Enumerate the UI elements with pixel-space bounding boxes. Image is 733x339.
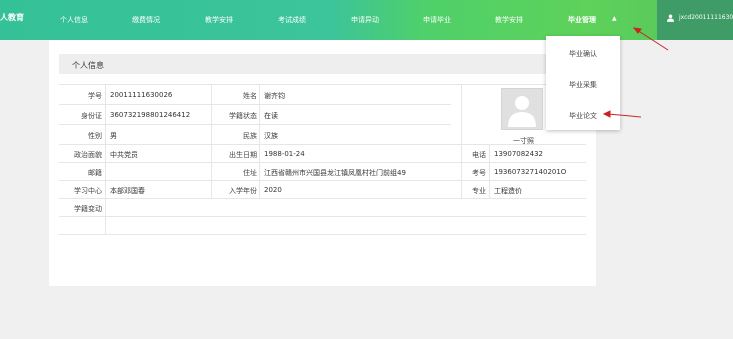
value-birthdate: 1988-01-24 bbox=[264, 150, 305, 158]
nav-item-exam-scores[interactable]: 考试成绩 bbox=[278, 15, 306, 25]
value-phone: 13907082432 bbox=[494, 150, 543, 158]
label-ethnicity: 民族 bbox=[243, 132, 257, 140]
label-id-card: 身份证 bbox=[81, 112, 102, 120]
label-change: 学籍变动 bbox=[74, 205, 102, 213]
photo-label: 一寸照 bbox=[513, 137, 534, 145]
graduation-dropdown-menu: 毕业确认 毕业采集 毕业论文 bbox=[546, 36, 620, 130]
value-center: 本部邓国春 bbox=[110, 187, 145, 195]
value-id-card: 360732198801246412 bbox=[110, 111, 191, 119]
avatar-silhouette-icon bbox=[508, 96, 536, 127]
user-id: jxcd2001111163002 bbox=[679, 14, 733, 21]
dropdown-item-graduation-confirm[interactable]: 毕业确认 bbox=[546, 49, 620, 59]
label-politics: 政治面貌 bbox=[74, 151, 102, 159]
label-status: 学籍状态 bbox=[229, 112, 257, 120]
label-exam-no: 考号 bbox=[472, 169, 486, 177]
personal-info-panel: 个人信息 学号 20011111630026 姓名 谢齐钧 身份证 360732… bbox=[49, 40, 596, 286]
label-name: 姓名 bbox=[243, 92, 257, 100]
value-address: 江西省赣州市兴国县龙江镇凤凰村社门前组49 bbox=[264, 169, 406, 177]
label-phone: 电话 bbox=[472, 151, 486, 159]
value-major: 工程造价 bbox=[494, 187, 522, 195]
caret-up-icon[interactable]: ▲ bbox=[612, 15, 617, 22]
label-center: 学习中心 bbox=[74, 187, 102, 195]
brand-logo-text: 人教育 bbox=[0, 13, 24, 22]
photo-placeholder bbox=[501, 88, 543, 130]
label-major: 专业 bbox=[472, 187, 486, 195]
nav-item-teaching-schedule-2[interactable]: 教学安排 bbox=[495, 15, 523, 25]
section-header: 个人信息 bbox=[59, 54, 586, 74]
nav-item-apply-change[interactable]: 申请异动 bbox=[351, 15, 379, 25]
user-area[interactable]: jxcd2001111163002 bbox=[657, 0, 733, 40]
nav-item-graduation-management[interactable]: 毕业管理 bbox=[568, 15, 596, 25]
label-address: 住址 bbox=[243, 169, 257, 177]
value-politics: 中共党员 bbox=[110, 151, 138, 159]
value-student-no: 20011111630026 bbox=[110, 91, 173, 99]
label-postcode: 邮籍 bbox=[88, 169, 102, 177]
nav-item-apply-graduation[interactable]: 申请毕业 bbox=[423, 15, 451, 25]
top-navbar: 人教育 个人信息 缴费情况 教学安排 考试成绩 申请异动 申请毕业 教学安排 毕… bbox=[0, 0, 733, 40]
value-ethnicity: 汉族 bbox=[264, 132, 278, 140]
nav-item-fees[interactable]: 缴费情况 bbox=[132, 15, 160, 25]
value-gender: 男 bbox=[110, 132, 117, 140]
value-status: 在读 bbox=[264, 112, 278, 120]
value-name: 谢齐钧 bbox=[264, 92, 285, 100]
nav-item-teaching-schedule[interactable]: 教学安排 bbox=[205, 15, 233, 25]
label-student-no: 学号 bbox=[88, 92, 102, 100]
dropdown-item-graduation-thesis[interactable]: 毕业论文 bbox=[546, 111, 620, 121]
value-enroll-year: 2020 bbox=[264, 186, 282, 194]
label-birthdate: 出生日期 bbox=[229, 151, 257, 159]
user-icon bbox=[667, 14, 674, 22]
dropdown-item-graduation-collect[interactable]: 毕业采集 bbox=[546, 80, 620, 90]
label-gender: 性别 bbox=[88, 132, 102, 140]
value-exam-no: 193607327140201O bbox=[494, 168, 567, 176]
section-title: 个人信息 bbox=[72, 61, 104, 70]
label-enroll-year: 入学年份 bbox=[229, 187, 257, 195]
nav-item-personal-info[interactable]: 个人信息 bbox=[60, 15, 88, 25]
